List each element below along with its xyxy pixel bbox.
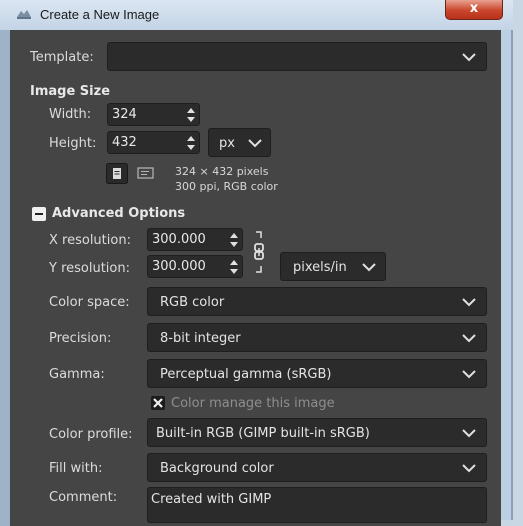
size-unit-select[interactable]: px [208, 128, 271, 157]
color-manage-checkbox[interactable] [151, 396, 165, 410]
chevron-down-icon [462, 429, 476, 438]
chain-link-icon[interactable] [251, 230, 267, 274]
chevron-down-icon [248, 139, 262, 148]
comment-textarea[interactable]: Created with GIMP [147, 487, 487, 523]
close-icon: x [469, 1, 479, 16]
color-profile-label: Color profile: [49, 427, 133, 442]
comment-label: Comment: [49, 490, 118, 505]
size-unit-value: px [219, 136, 235, 151]
chevron-down-icon [462, 464, 476, 473]
resolution-unit-value: pixels/in [293, 260, 347, 275]
x-resolution-spinner[interactable]: 300.000 [147, 228, 243, 251]
spin-arrows-icon [187, 136, 195, 150]
width-value: 324 [112, 107, 137, 122]
chevron-down-icon [462, 334, 476, 343]
image-size-heading: Image Size [30, 84, 111, 99]
checkmark-x-icon [153, 398, 163, 408]
title-bar[interactable]: Create a New Image x [0, 0, 513, 30]
chevron-down-icon [462, 298, 476, 307]
height-value: 432 [112, 135, 137, 150]
advanced-options-heading[interactable]: Advanced Options [52, 206, 185, 221]
y-resolution-spinner[interactable]: 300.000 [147, 255, 243, 278]
dialog-content: Template: Image Size Width: 324 Height: … [10, 30, 501, 526]
precision-select[interactable]: 8-bit integer [147, 323, 487, 352]
chevron-down-icon [362, 263, 376, 272]
color-space-label: Color space: [49, 295, 130, 310]
chevron-down-icon [462, 53, 476, 62]
chevron-down-icon [462, 370, 476, 379]
resolution-unit-select[interactable]: pixels/in [280, 252, 386, 281]
template-label: Template: [30, 50, 94, 65]
width-label: Width: [49, 107, 92, 122]
width-spinner[interactable]: 324 [107, 103, 200, 126]
x-resolution-value: 300.000 [152, 232, 206, 247]
window-border [0, 30, 10, 526]
height-label: Height: [49, 136, 97, 151]
spin-arrows-icon [187, 108, 195, 122]
close-button[interactable]: x [445, 0, 503, 20]
fill-with-value: Background color [160, 461, 274, 476]
comment-value: Created with GIMP [151, 492, 272, 507]
fill-with-select[interactable]: Background color [147, 453, 487, 482]
landscape-orientation-icon[interactable] [137, 166, 155, 180]
precision-value: 8-bit integer [160, 331, 241, 346]
collapse-icon[interactable] [32, 207, 46, 221]
color-space-select[interactable]: RGB color [147, 287, 487, 316]
size-info-pixels: 324 × 432 pixels [175, 165, 269, 178]
y-resolution-label: Y resolution: [49, 261, 130, 276]
image-size-info: 324 × 432 pixels 300 ppi, RGB color [175, 164, 278, 194]
color-space-value: RGB color [160, 295, 225, 310]
gamma-label: Gamma: [49, 367, 105, 382]
height-spinner[interactable]: 432 [107, 131, 200, 154]
spin-arrows-icon [230, 260, 238, 274]
precision-label: Precision: [49, 331, 112, 346]
portrait-orientation-icon[interactable] [106, 163, 128, 184]
color-profile-value: Built-in RGB (GIMP built-in sRGB) [156, 426, 370, 441]
spin-arrows-icon [230, 233, 238, 247]
new-image-dialog: Create a New Image x Template: Image Siz… [0, 0, 513, 526]
x-resolution-label: X resolution: [49, 233, 131, 248]
size-info-resolution: 300 ppi, RGB color [175, 180, 278, 193]
color-profile-select[interactable]: Built-in RGB (GIMP built-in sRGB) [147, 418, 487, 447]
gamma-value: Perceptual gamma (sRGB) [160, 367, 332, 382]
gimp-icon [17, 10, 31, 19]
y-resolution-value: 300.000 [152, 259, 206, 274]
window-title: Create a New Image [40, 7, 160, 22]
template-select[interactable] [107, 42, 487, 71]
color-manage-label[interactable]: Color manage this image [171, 396, 335, 411]
gamma-select[interactable]: Perceptual gamma (sRGB) [147, 359, 487, 388]
fill-with-label: Fill with: [49, 461, 103, 476]
